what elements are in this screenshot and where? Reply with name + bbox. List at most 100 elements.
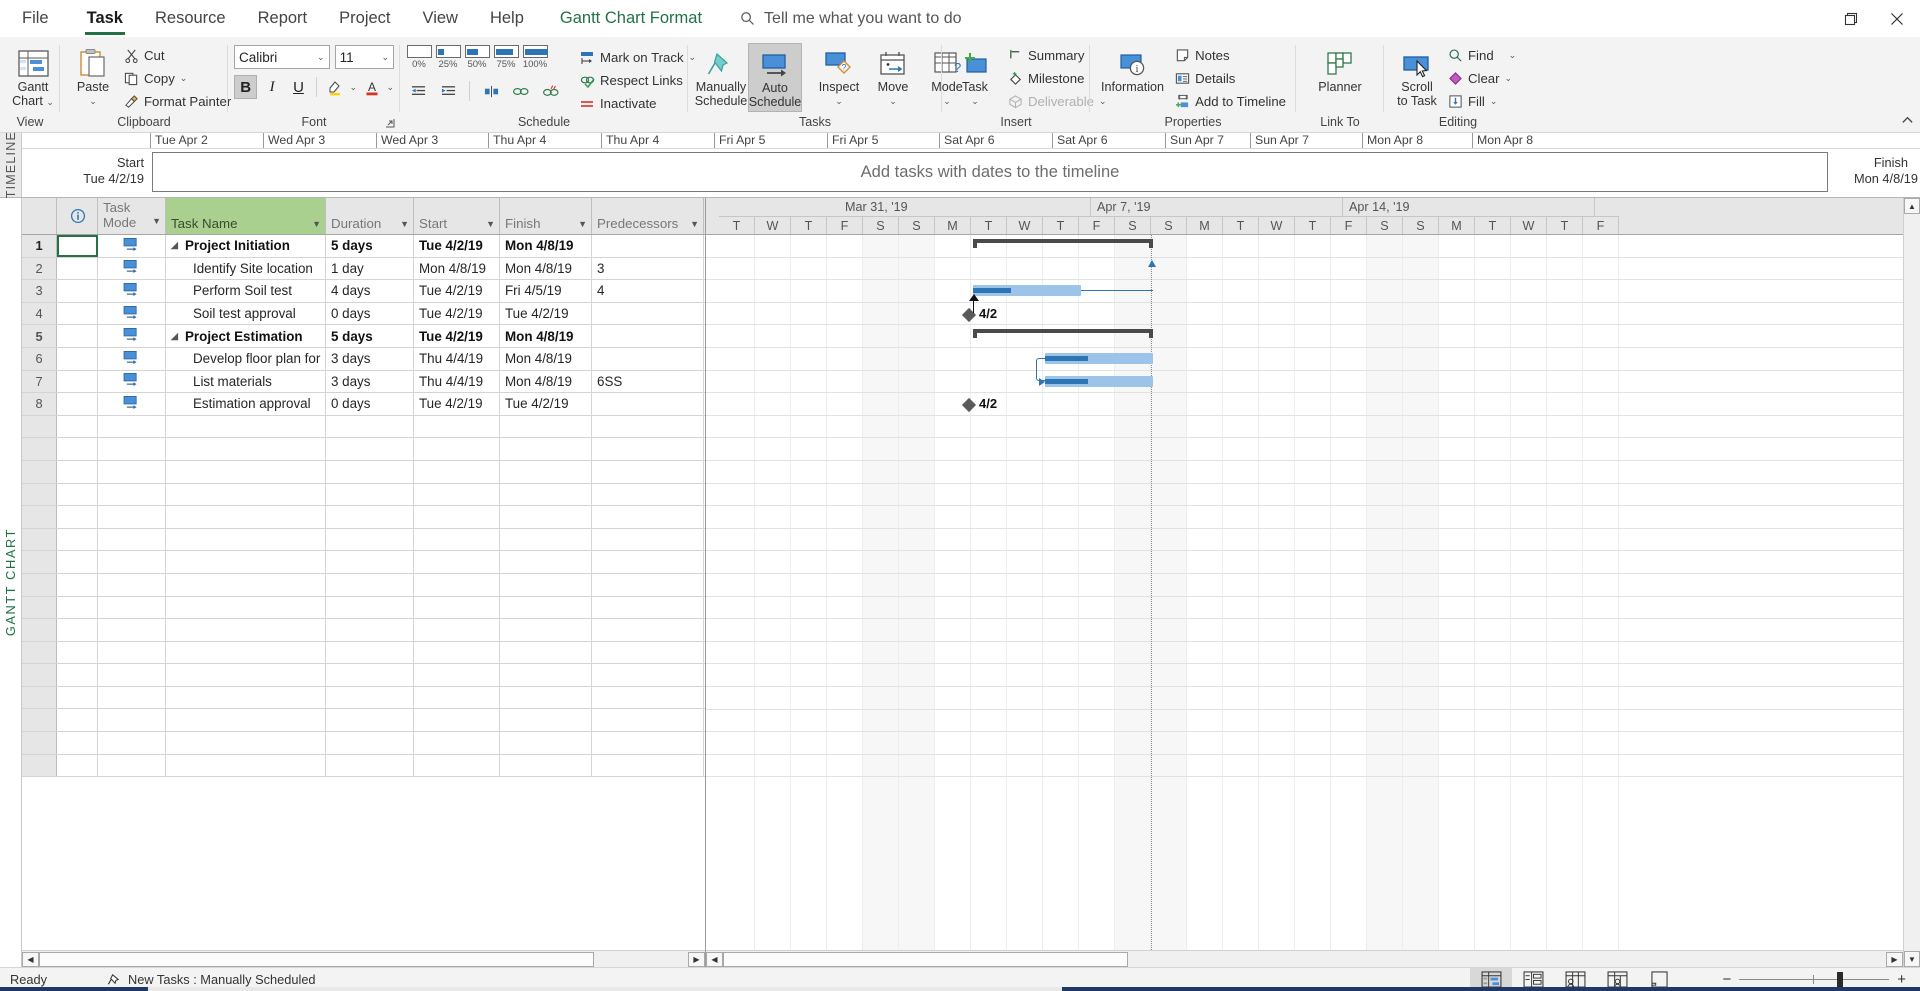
row-indicator-cell[interactable]	[57, 393, 98, 415]
row-predecessors-cell[interactable]: 6SS	[592, 371, 704, 393]
row-duration-cell[interactable]: 0 days	[326, 303, 414, 325]
row-finish-cell[interactable]: Mon 4/8/19	[500, 348, 592, 370]
percent-100-button[interactable]: 100%	[522, 45, 548, 70]
tab-help[interactable]: Help	[474, 0, 540, 37]
column-header-task-name[interactable]: Task Name ▼	[166, 198, 326, 234]
row-start-cell[interactable]: Thu 4/4/19	[414, 348, 500, 370]
row-start-cell[interactable]: Tue 4/2/19	[414, 393, 500, 415]
chevron-down-icon[interactable]: ⌄	[350, 82, 358, 93]
zoom-in-button[interactable]: +	[1897, 971, 1906, 988]
zoom-slider-track[interactable]	[1739, 979, 1889, 980]
table-row[interactable]: 7List materials3 daysThu 4/4/19Mon 4/8/1…	[22, 371, 705, 394]
gantt-hscrollbar[interactable]: ◀ ▶	[706, 950, 1903, 967]
table-row-empty[interactable]	[22, 732, 705, 755]
collapse-expander-icon[interactable]: ◢	[171, 240, 182, 251]
copy-button[interactable]: Copy ⌄	[120, 67, 235, 90]
row-task-name-cell[interactable]: Soil test approval	[166, 303, 326, 325]
vscroll-up-button[interactable]: ▲	[1904, 198, 1920, 214]
add-to-timeline-button[interactable]: Add to Timeline	[1171, 90, 1290, 113]
tab-view[interactable]: View	[407, 0, 474, 37]
row-predecessors-cell[interactable]	[592, 348, 704, 370]
gantt-hscroll-track[interactable]	[723, 952, 1886, 967]
tab-file[interactable]: File	[0, 0, 71, 37]
table-row[interactable]: 5◢Project Estimation5 daysTue 4/2/19Mon …	[22, 325, 705, 348]
gantt-task-bar[interactable]	[1045, 376, 1153, 387]
row-indicator-cell[interactable]	[57, 371, 98, 393]
column-header-task-mode[interactable]: Task Mode ▼	[98, 198, 166, 234]
table-row[interactable]: 1◢Project Initiation5 daysTue 4/2/19Mon …	[22, 235, 705, 258]
row-task-name-cell[interactable]: ◢Project Estimation	[166, 325, 326, 347]
tab-project[interactable]: Project	[323, 0, 406, 37]
hscroll-track[interactable]	[39, 952, 688, 967]
vertical-scrollbar[interactable]: ▲ ▼	[1903, 198, 1920, 967]
table-row-empty[interactable]	[22, 642, 705, 665]
row-predecessors-cell[interactable]	[592, 393, 704, 415]
filter-arrow-icon[interactable]: ▼	[312, 219, 321, 229]
table-row[interactable]: 6Develop floor plan for3 daysThu 4/4/19M…	[22, 348, 705, 371]
row-task-name-cell[interactable]: Perform Soil test	[166, 280, 326, 302]
row-predecessors-cell[interactable]: 4	[592, 280, 704, 302]
tab-gantt-chart-format[interactable]: Gantt Chart Format	[540, 0, 718, 37]
indent-button[interactable]	[436, 79, 460, 103]
inactivate-button[interactable]: Inactivate	[575, 92, 700, 115]
row-task-name-cell[interactable]: List materials	[166, 371, 326, 393]
font-color-button[interactable]: A	[360, 75, 383, 99]
table-row-empty[interactable]	[22, 687, 705, 710]
filter-arrow-icon[interactable]: ▼	[152, 214, 161, 229]
row-start-cell[interactable]: Tue 4/2/19	[414, 235, 500, 257]
hscroll-left-button[interactable]: ◀	[22, 952, 39, 967]
manually-schedule-button[interactable]: Manually Schedule	[694, 43, 748, 110]
row-task-mode-cell[interactable]	[98, 371, 166, 393]
percent-75-button[interactable]: 75%	[493, 45, 519, 70]
information-button[interactable]: i Information	[1096, 43, 1169, 97]
row-finish-cell[interactable]: Mon 4/8/19	[500, 235, 592, 257]
row-task-mode-cell[interactable]	[98, 325, 166, 347]
status-new-tasks[interactable]: New Tasks : Manually Scheduled	[97, 972, 326, 987]
row-task-mode-cell[interactable]	[98, 235, 166, 257]
percent-25-button[interactable]: 25%	[435, 45, 461, 70]
column-header-indicators[interactable]	[57, 198, 98, 234]
row-task-name-cell[interactable]: Estimation approval	[166, 393, 326, 415]
table-row-empty[interactable]	[22, 574, 705, 597]
row-task-name-cell[interactable]: Identify Site location	[166, 258, 326, 280]
column-header-duration[interactable]: Duration ▼	[326, 198, 414, 234]
gantt-hscroll-right-button[interactable]: ▶	[1886, 952, 1903, 967]
row-indicator-cell[interactable]	[57, 258, 98, 280]
mark-on-track-button[interactable]: Mark on Track ⌄	[575, 46, 700, 69]
timeline-vertical-tab[interactable]: TIMELINE	[0, 133, 22, 197]
chevron-down-icon[interactable]: ⌄	[386, 82, 394, 93]
gantt-chart-button[interactable]: Gantt Chart ⌄	[6, 43, 60, 111]
gantt-chart-body[interactable]: 4/24/2	[706, 235, 1903, 950]
column-header-predecessors[interactable]: Predecessors ▼	[592, 198, 704, 234]
gantt-task-bar[interactable]	[973, 285, 1081, 296]
row-finish-cell[interactable]: Tue 4/2/19	[500, 303, 592, 325]
cut-button[interactable]: Cut	[120, 44, 235, 67]
row-start-cell[interactable]: Tue 4/2/19	[414, 303, 500, 325]
table-row[interactable]: 3Perform Soil test4 daysTue 4/2/19Fri 4/…	[22, 280, 705, 303]
font-dialog-launcher[interactable]	[385, 118, 395, 131]
row-task-mode-cell[interactable]	[98, 393, 166, 415]
table-row-empty[interactable]	[22, 619, 705, 642]
row-finish-cell[interactable]: Fri 4/5/19	[500, 280, 592, 302]
tab-task[interactable]: Task	[71, 0, 139, 37]
paste-button[interactable]: Paste ⌄	[66, 43, 120, 110]
timeline-drop-area[interactable]: Add tasks with dates to the timeline	[152, 152, 1828, 192]
gantt-summary-bar[interactable]	[973, 239, 1153, 248]
row-start-cell[interactable]: Tue 4/2/19	[414, 280, 500, 302]
row-start-cell[interactable]: Mon 4/8/19	[414, 258, 500, 280]
underline-button[interactable]: U	[287, 75, 310, 99]
filter-arrow-icon[interactable]: ▼	[400, 219, 409, 229]
row-duration-cell[interactable]: 3 days	[326, 371, 414, 393]
row-task-name-cell[interactable]: ◢Project Initiation	[166, 235, 326, 257]
row-task-mode-cell[interactable]	[98, 280, 166, 302]
table-row-empty[interactable]	[22, 709, 705, 732]
row-predecessors-cell[interactable]: 3	[592, 258, 704, 280]
row-task-mode-cell[interactable]	[98, 303, 166, 325]
outdent-button[interactable]	[406, 79, 430, 103]
row-predecessors-cell[interactable]	[592, 303, 704, 325]
row-task-mode-cell[interactable]	[98, 258, 166, 280]
table-row-empty[interactable]	[22, 461, 705, 484]
hscroll-thumb[interactable]	[39, 952, 594, 967]
row-finish-cell[interactable]: Mon 4/8/19	[500, 371, 592, 393]
move-button[interactable]: Move ⌄	[866, 43, 920, 110]
